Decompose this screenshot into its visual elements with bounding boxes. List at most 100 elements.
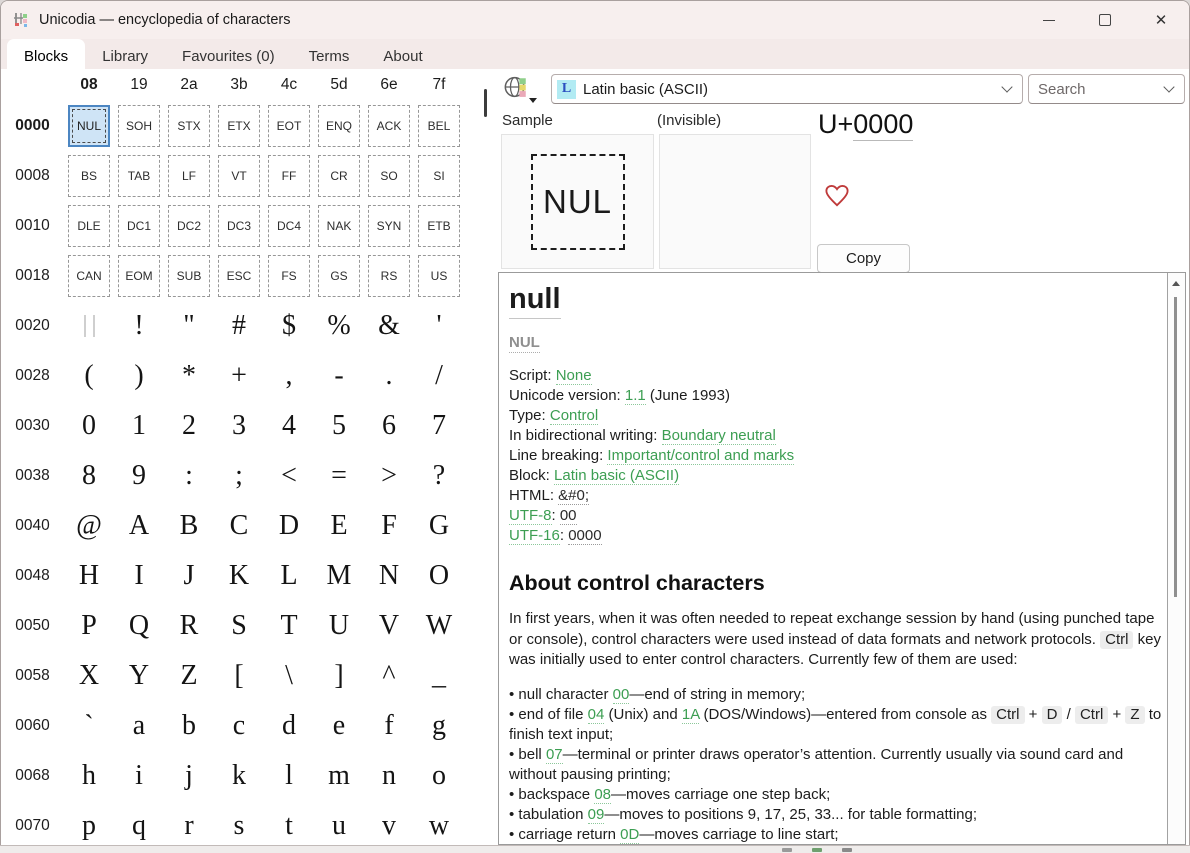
grid-cell[interactable]: a — [114, 701, 164, 751]
grid-cell[interactable]: C — [214, 501, 264, 551]
grid-cell[interactable]: D — [264, 501, 314, 551]
grid-cell[interactable]: t — [264, 801, 314, 845]
grid-cell[interactable]: : — [164, 451, 214, 501]
grid-cell[interactable]: s — [214, 801, 264, 845]
detail-link[interactable]: 1.1 — [625, 387, 646, 405]
grid-cell[interactable]: ) — [114, 351, 164, 401]
detail-scrollbar[interactable] — [1167, 273, 1185, 844]
language-globe-button[interactable] — [503, 73, 539, 105]
minimize-button[interactable] — [1021, 1, 1077, 39]
grid-cell[interactable]: K — [214, 551, 264, 601]
grid-cell[interactable]: ' — [414, 301, 464, 351]
grid-cell[interactable]: 5 — [314, 401, 364, 451]
grid-cell[interactable]: h — [64, 751, 114, 801]
grid-cell[interactable]: < — [264, 451, 314, 501]
grid-cell[interactable]: m — [314, 751, 364, 801]
detail-link[interactable]: Control — [550, 407, 598, 425]
grid-cell[interactable]: LF — [164, 151, 214, 201]
detail-link[interactable]: 0D — [620, 826, 639, 844]
grid-cell[interactable]: c — [214, 701, 264, 751]
tab-terms[interactable]: Terms — [292, 39, 367, 69]
grid-cell[interactable]: i — [114, 751, 164, 801]
grid-cell[interactable]: + — [214, 351, 264, 401]
tab-favourites-0[interactable]: Favourites (0) — [165, 39, 292, 69]
grid-cell[interactable]: TAB — [114, 151, 164, 201]
detail-link[interactable]: 00 — [613, 686, 630, 704]
grid-cell[interactable] — [64, 301, 114, 351]
detail-link[interactable]: Boundary neutral — [662, 427, 776, 445]
detail-link[interactable]: 08 — [594, 786, 611, 804]
grid-cell[interactable]: u — [314, 801, 364, 845]
grid-cell[interactable]: O — [414, 551, 464, 601]
grid-cell[interactable]: Q — [114, 601, 164, 651]
grid-cell[interactable]: B — [164, 501, 214, 551]
grid-cell[interactable]: j — [164, 751, 214, 801]
block-combobox[interactable]: L Latin basic (ASCII) — [551, 74, 1023, 104]
grid-cell[interactable]: U — [314, 601, 364, 651]
grid-cell[interactable]: ] — [314, 651, 364, 701]
grid-cell[interactable]: CR — [314, 151, 364, 201]
grid-cell[interactable]: CAN — [64, 251, 114, 301]
detail-link[interactable]: UTF-16 — [509, 527, 560, 545]
splitter-handle[interactable] — [484, 89, 487, 117]
grid-cell[interactable]: . — [364, 351, 414, 401]
grid-cell[interactable]: RS — [364, 251, 414, 301]
grid-cell[interactable]: - — [314, 351, 364, 401]
grid-cell[interactable]: BEL — [414, 101, 464, 151]
grid-cell[interactable]: ? — [414, 451, 464, 501]
grid-cell[interactable]: T — [264, 601, 314, 651]
grid-cell[interactable]: NUL — [64, 101, 114, 151]
copy-button[interactable]: Copy — [817, 244, 910, 273]
grid-cell[interactable]: 2 — [164, 401, 214, 451]
grid-cell[interactable]: GS — [314, 251, 364, 301]
grid-cell[interactable]: SYN — [364, 201, 414, 251]
grid-cell[interactable]: DC2 — [164, 201, 214, 251]
grid-cell[interactable]: R — [164, 601, 214, 651]
detail-link[interactable]: 09 — [588, 806, 605, 824]
grid-cell[interactable]: n — [364, 751, 414, 801]
maximize-button[interactable] — [1077, 1, 1133, 39]
grid-cell[interactable]: r — [164, 801, 214, 845]
grid-cell[interactable]: SO — [364, 151, 414, 201]
grid-cell[interactable]: ` — [64, 701, 114, 751]
grid-cell[interactable]: L — [264, 551, 314, 601]
grid-cell[interactable]: P — [64, 601, 114, 651]
grid-cell[interactable]: [ — [214, 651, 264, 701]
grid-cell[interactable]: N — [364, 551, 414, 601]
grid-cell[interactable]: FS — [264, 251, 314, 301]
grid-cell[interactable]: g — [414, 701, 464, 751]
grid-cell[interactable]: 7 — [414, 401, 464, 451]
grid-cell[interactable]: & — [364, 301, 414, 351]
grid-cell[interactable]: X — [64, 651, 114, 701]
selected-grid-cell[interactable]: NUL — [68, 105, 110, 147]
grid-cell[interactable]: SOH — [114, 101, 164, 151]
grid-cell[interactable]: SI — [414, 151, 464, 201]
grid-cell[interactable]: % — [314, 301, 364, 351]
detail-link[interactable]: 04 — [588, 706, 605, 724]
favourite-heart-button[interactable] — [824, 184, 850, 208]
grid-cell[interactable]: I — [114, 551, 164, 601]
detail-link[interactable]: None — [556, 367, 592, 385]
grid-cell[interactable]: / — [414, 351, 464, 401]
grid-cell[interactable]: v — [364, 801, 414, 845]
detail-link[interactable]: 07 — [546, 746, 563, 764]
search-combobox[interactable]: Search — [1028, 74, 1185, 104]
grid-cell[interactable]: 4 — [264, 401, 314, 451]
grid-cell[interactable]: 9 — [114, 451, 164, 501]
grid-cell[interactable]: 3 — [214, 401, 264, 451]
grid-cell[interactable]: 6 — [364, 401, 414, 451]
detail-link[interactable]: Important/control and marks — [607, 447, 794, 465]
grid-cell[interactable]: d — [264, 701, 314, 751]
grid-cell[interactable]: 1 — [114, 401, 164, 451]
grid-cell[interactable]: ETX — [214, 101, 264, 151]
grid-cell[interactable]: e — [314, 701, 364, 751]
grid-cell[interactable]: 8 — [64, 451, 114, 501]
grid-cell[interactable]: ; — [214, 451, 264, 501]
grid-cell[interactable]: G — [414, 501, 464, 551]
grid-cell[interactable]: f — [364, 701, 414, 751]
grid-cell[interactable]: @ — [64, 501, 114, 551]
grid-cell[interactable]: W — [414, 601, 464, 651]
grid-cell[interactable]: = — [314, 451, 364, 501]
grid-cell[interactable]: FF — [264, 151, 314, 201]
grid-cell[interactable]: k — [214, 751, 264, 801]
